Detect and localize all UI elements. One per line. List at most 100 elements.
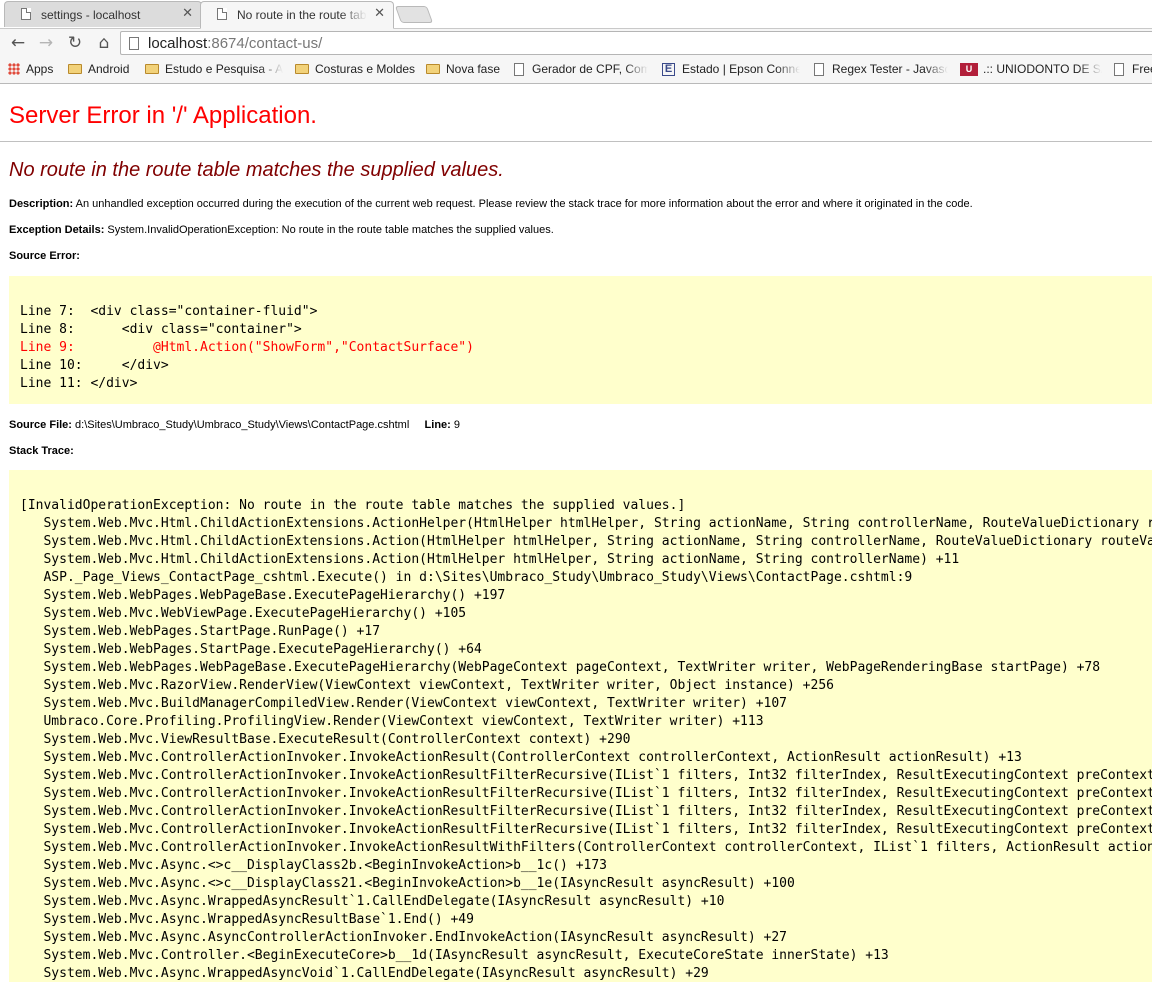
source-error-heading: Source Error: [9,250,80,262]
page-icon [217,8,227,20]
page-info-icon[interactable] [129,36,139,50]
source-line: Line 11: </div> [20,376,138,391]
stack-trace-line: System.Web.Mvc.ControllerActionInvoker.I… [20,840,1152,855]
page-icon [514,62,524,76]
stack-trace-line: System.Web.Mvc.RazorView.RenderView(View… [20,678,834,693]
tab-settings[interactable]: settings - localhost ✕ [4,1,202,27]
source-line: Line 7: <div class="container-fluid"> [20,304,318,319]
stack-trace-line: System.Web.Mvc.ControllerActionInvoker.I… [20,786,1152,801]
source-line: Line 8: <div class="container"> [20,322,302,337]
bookmark-estudo[interactable]: Estudo e Pesquisa - A [145,62,283,76]
bookmark-label: Estado | Epson Conne [682,62,800,76]
page-icon [814,62,824,76]
stack-trace-line: System.Web.WebPages.WebPageBase.ExecuteP… [20,660,1101,675]
bookmark-apps[interactable]: Apps [8,62,53,76]
bookmark-label: Apps [26,62,54,76]
stack-trace-line: System.Web.Mvc.Async.<>c__DisplayClass2b… [20,858,607,873]
bookmarks-bar: Apps Android Estudo e Pesquisa - A Costu… [0,57,1152,84]
bookmark-label: Estudo e Pesquisa - A [165,62,283,76]
stack-trace-line: System.Web.Mvc.BuildManagerCompiledView.… [20,696,788,711]
url-path: /contact-us/ [244,34,323,52]
stack-trace-line: System.Web.Mvc.ViewResultBase.ExecuteRes… [20,732,631,747]
bookmark-free[interactable]: Free [1114,62,1152,76]
url-text: localhost:8674/contact-us/ [148,35,322,52]
source-file-path: d:\Sites\Umbraco_Study\Umbraco_Study\Vie… [75,419,410,431]
reload-button[interactable]: ↻ [65,32,85,54]
bookmark-label: Costuras e Moldes [315,62,416,76]
tab-strip: settings - localhost ✕ No route in the r… [0,0,1152,29]
bookmark-label: .:: UNIODONTO DE SA [983,62,1102,76]
source-file-line: Source File: d:\Sites\Umbraco_Study\Umbr… [9,419,460,431]
line-number: 9 [453,419,461,431]
description-label: Description: [9,198,74,210]
stack-trace-line: System.Web.Mvc.ControllerActionInvoker.I… [20,750,1022,765]
page-content: Server Error in '/' Application. No rout… [0,84,1152,982]
stack-trace-line: System.Web.Mvc.ControllerActionInvoker.I… [20,822,1152,837]
stack-trace-line: System.Web.Mvc.Async.<>c__DisplayClass21… [20,876,795,891]
exception-details-label: Exception Details: [9,224,105,236]
bookmark-epson[interactable]: E Estado | Epson Conne [662,62,800,76]
stack-trace-line: Umbraco.Core.Profiling.ProfilingView.Ren… [20,714,764,729]
description-text: An unhandled exception occurred during t… [75,198,973,210]
page-icon [21,8,31,20]
arrow-right-icon: → [38,33,54,53]
source-line-error: Line 9: @Html.Action("ShowForm","Contact… [20,340,474,355]
bookmark-uniodonto[interactable]: U .:: UNIODONTO DE SA [960,62,1102,76]
stack-trace-heading: Stack Trace: [9,445,74,457]
stack-trace-line: System.Web.Mvc.Async.AsyncControllerActi… [20,930,788,945]
apps-grid-icon [8,63,20,75]
stack-trace-line: System.Web.Mvc.ControllerActionInvoker.I… [20,768,1152,783]
folder-icon [426,64,440,74]
bookmark-label: Regex Tester - Javascr [832,62,948,76]
stack-trace-line: [InvalidOperationException: No route in … [20,498,686,513]
stack-trace-line: System.Web.Mvc.Html.ChildActionExtension… [20,534,1152,549]
uniodonto-icon: U [960,62,978,76]
page-icon [1114,62,1124,76]
tab-title: settings - localhost [41,7,141,22]
bookmark-label: Gerador de CPF, Com [532,62,648,76]
bookmark-gerador-cpf[interactable]: Gerador de CPF, Com [514,62,648,76]
error-title: No route in the route table matches the … [9,159,504,181]
bookmark-costuras[interactable]: Costuras e Moldes [295,62,415,76]
bookmark-label: Nova fase [446,62,501,76]
stack-trace-line: System.Web.WebPages.WebPageBase.ExecuteP… [20,588,506,603]
address-bar[interactable]: localhost:8674/contact-us/ [120,31,1152,55]
line-label: Line: [424,419,451,431]
stack-trace-line: System.Web.Mvc.Async.WrappedAsyncResultB… [20,912,474,927]
bookmark-label: Android [88,62,130,76]
forward-button[interactable]: → [36,32,56,54]
bookmark-nova-fase[interactable]: Nova fase [426,62,500,76]
folder-icon [295,64,309,74]
folder-icon [68,64,82,74]
stack-trace-line: System.Web.Mvc.WebViewPage.ExecutePageHi… [20,606,467,621]
home-icon: ⌂ [98,33,110,53]
url-host: localhost [148,34,208,52]
stack-trace-line: ASP._Page_Views_ContactPage_cshtml.Execu… [20,570,913,585]
browser-toolbar: ← → ↻ ⌂ localhost:8674/contact-us/ [0,29,1152,57]
back-button[interactable]: ← [8,32,28,54]
bookmark-regex-tester[interactable]: Regex Tester - Javascr [814,62,948,76]
tab-title: No route in the route table [237,8,367,22]
stack-trace-text: [InvalidOperationException: No route in … [20,497,1152,982]
stack-trace-line: System.Web.WebPages.StartPage.ExecutePag… [20,642,482,657]
folder-icon [145,64,159,74]
source-line: Line 10: </div> [20,358,169,373]
bookmark-label: Free [1132,62,1152,76]
source-file-label: Source File: [9,419,72,431]
exception-details-text: System.InvalidOperationException: No rou… [107,224,554,236]
close-tab-icon[interactable]: ✕ [182,6,193,21]
stack-trace-line: System.Web.Mvc.ControllerActionInvoker.I… [20,804,1152,819]
stack-trace-line: System.Web.Mvc.Controller.<BeginExecuteC… [20,948,889,963]
epson-e-icon: E [662,62,675,76]
arrow-left-icon: ← [10,33,26,53]
stack-trace-line: System.Web.WebPages.StartPage.RunPage() … [20,624,381,639]
stack-trace-line: System.Web.Mvc.Html.ChildActionExtension… [43,516,1152,531]
home-button[interactable]: ⌂ [94,32,114,54]
new-tab-button[interactable] [394,6,434,23]
url-port: :8674 [207,34,245,52]
title-divider [0,141,1152,142]
bookmark-android[interactable]: Android [68,62,129,76]
page-title: Server Error in '/' Application. [9,102,317,129]
close-tab-icon[interactable]: ✕ [374,6,385,21]
tab-error-page[interactable]: No route in the route table ✕ [200,1,394,29]
